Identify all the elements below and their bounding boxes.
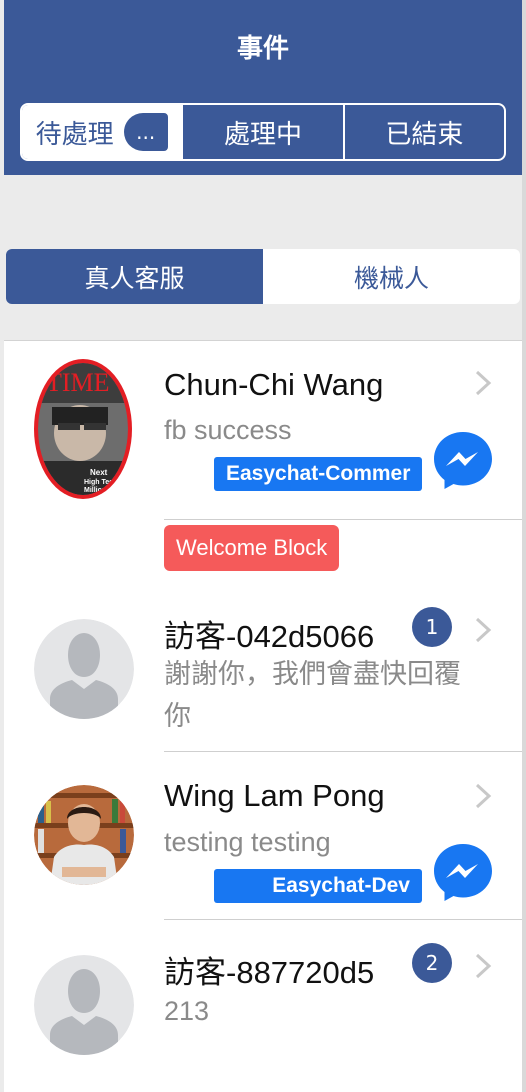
- svg-text:TIME: TIME: [46, 368, 110, 397]
- messenger-icon: [432, 429, 494, 491]
- svg-text:Next: Next: [90, 468, 108, 477]
- unread-count-badge: 2: [412, 943, 452, 983]
- chevron-right-icon: [474, 369, 492, 405]
- unread-count-badge: 1: [412, 607, 452, 647]
- channel-tag: Easychat-Commer: [214, 457, 422, 491]
- page-title: 事件: [236, 34, 289, 64]
- contact-name: 訪客-887720d5: [164, 955, 375, 990]
- last-message: 謝謝你，我們會盡快回覆你: [164, 659, 461, 731]
- toggle-human-agent[interactable]: 真人客服: [6, 249, 263, 304]
- contact-name: Chun-Chi Wang: [164, 367, 384, 402]
- conversation-row[interactable]: TIME Next High Tech Millionaire Chun-Chi…: [4, 341, 522, 520]
- channel-tag: Easychat-Dev: [214, 869, 422, 903]
- agent-type-toggle: 真人客服 機械人: [6, 249, 520, 304]
- conversation-list: TIME Next High Tech Millionaire Chun-Chi…: [4, 340, 522, 1092]
- svg-text:High Tech: High Tech: [84, 479, 117, 486]
- last-message: fb success: [164, 415, 292, 445]
- conversation-row[interactable]: Welcome Block 訪客-042d5066 1 謝謝你，我們會盡快回覆你: [4, 520, 522, 752]
- chevron-right-icon: [474, 782, 492, 818]
- tab-pending[interactable]: 待處理 ...: [22, 105, 182, 159]
- app-header: 事件 待處理 ... 處理中 已結束: [4, 0, 522, 175]
- default-person-icon: [34, 619, 134, 719]
- svg-text:Millionaire: Millionaire: [84, 487, 119, 494]
- conversation-row[interactable]: 訪客-887720d5 2 213: [4, 920, 522, 1092]
- contact-name: 訪客-042d5066: [164, 619, 375, 654]
- tab-in-progress-label: 處理中: [223, 119, 302, 150]
- chevron-right-icon: [474, 952, 492, 988]
- last-message: 213: [164, 996, 210, 1026]
- conversation-row[interactable]: Wing Lam Pong testing testing Easychat-D…: [4, 752, 522, 920]
- tab-in-progress[interactable]: 處理中: [181, 105, 342, 159]
- window-edge: [522, 0, 526, 1092]
- tab-closed-label: 已結束: [385, 119, 464, 150]
- default-person-icon: [34, 955, 134, 1055]
- last-message: testing testing: [164, 827, 331, 857]
- tab-closed[interactable]: 已結束: [342, 105, 504, 159]
- status-tabs: 待處理 ... 處理中 已結束: [20, 103, 506, 161]
- avatar: TIME Next High Tech Millionaire: [34, 359, 132, 499]
- tab-pending-label: 待處理: [35, 119, 114, 150]
- messenger-icon: [432, 841, 494, 903]
- avatar: [34, 785, 134, 885]
- chevron-right-icon: [474, 616, 492, 652]
- welcome-block-tag: Welcome Block: [164, 525, 340, 571]
- toggle-bot[interactable]: 機械人: [263, 249, 520, 304]
- contact-name: Wing Lam Pong: [164, 778, 385, 813]
- tab-pending-badge: ...: [123, 113, 168, 151]
